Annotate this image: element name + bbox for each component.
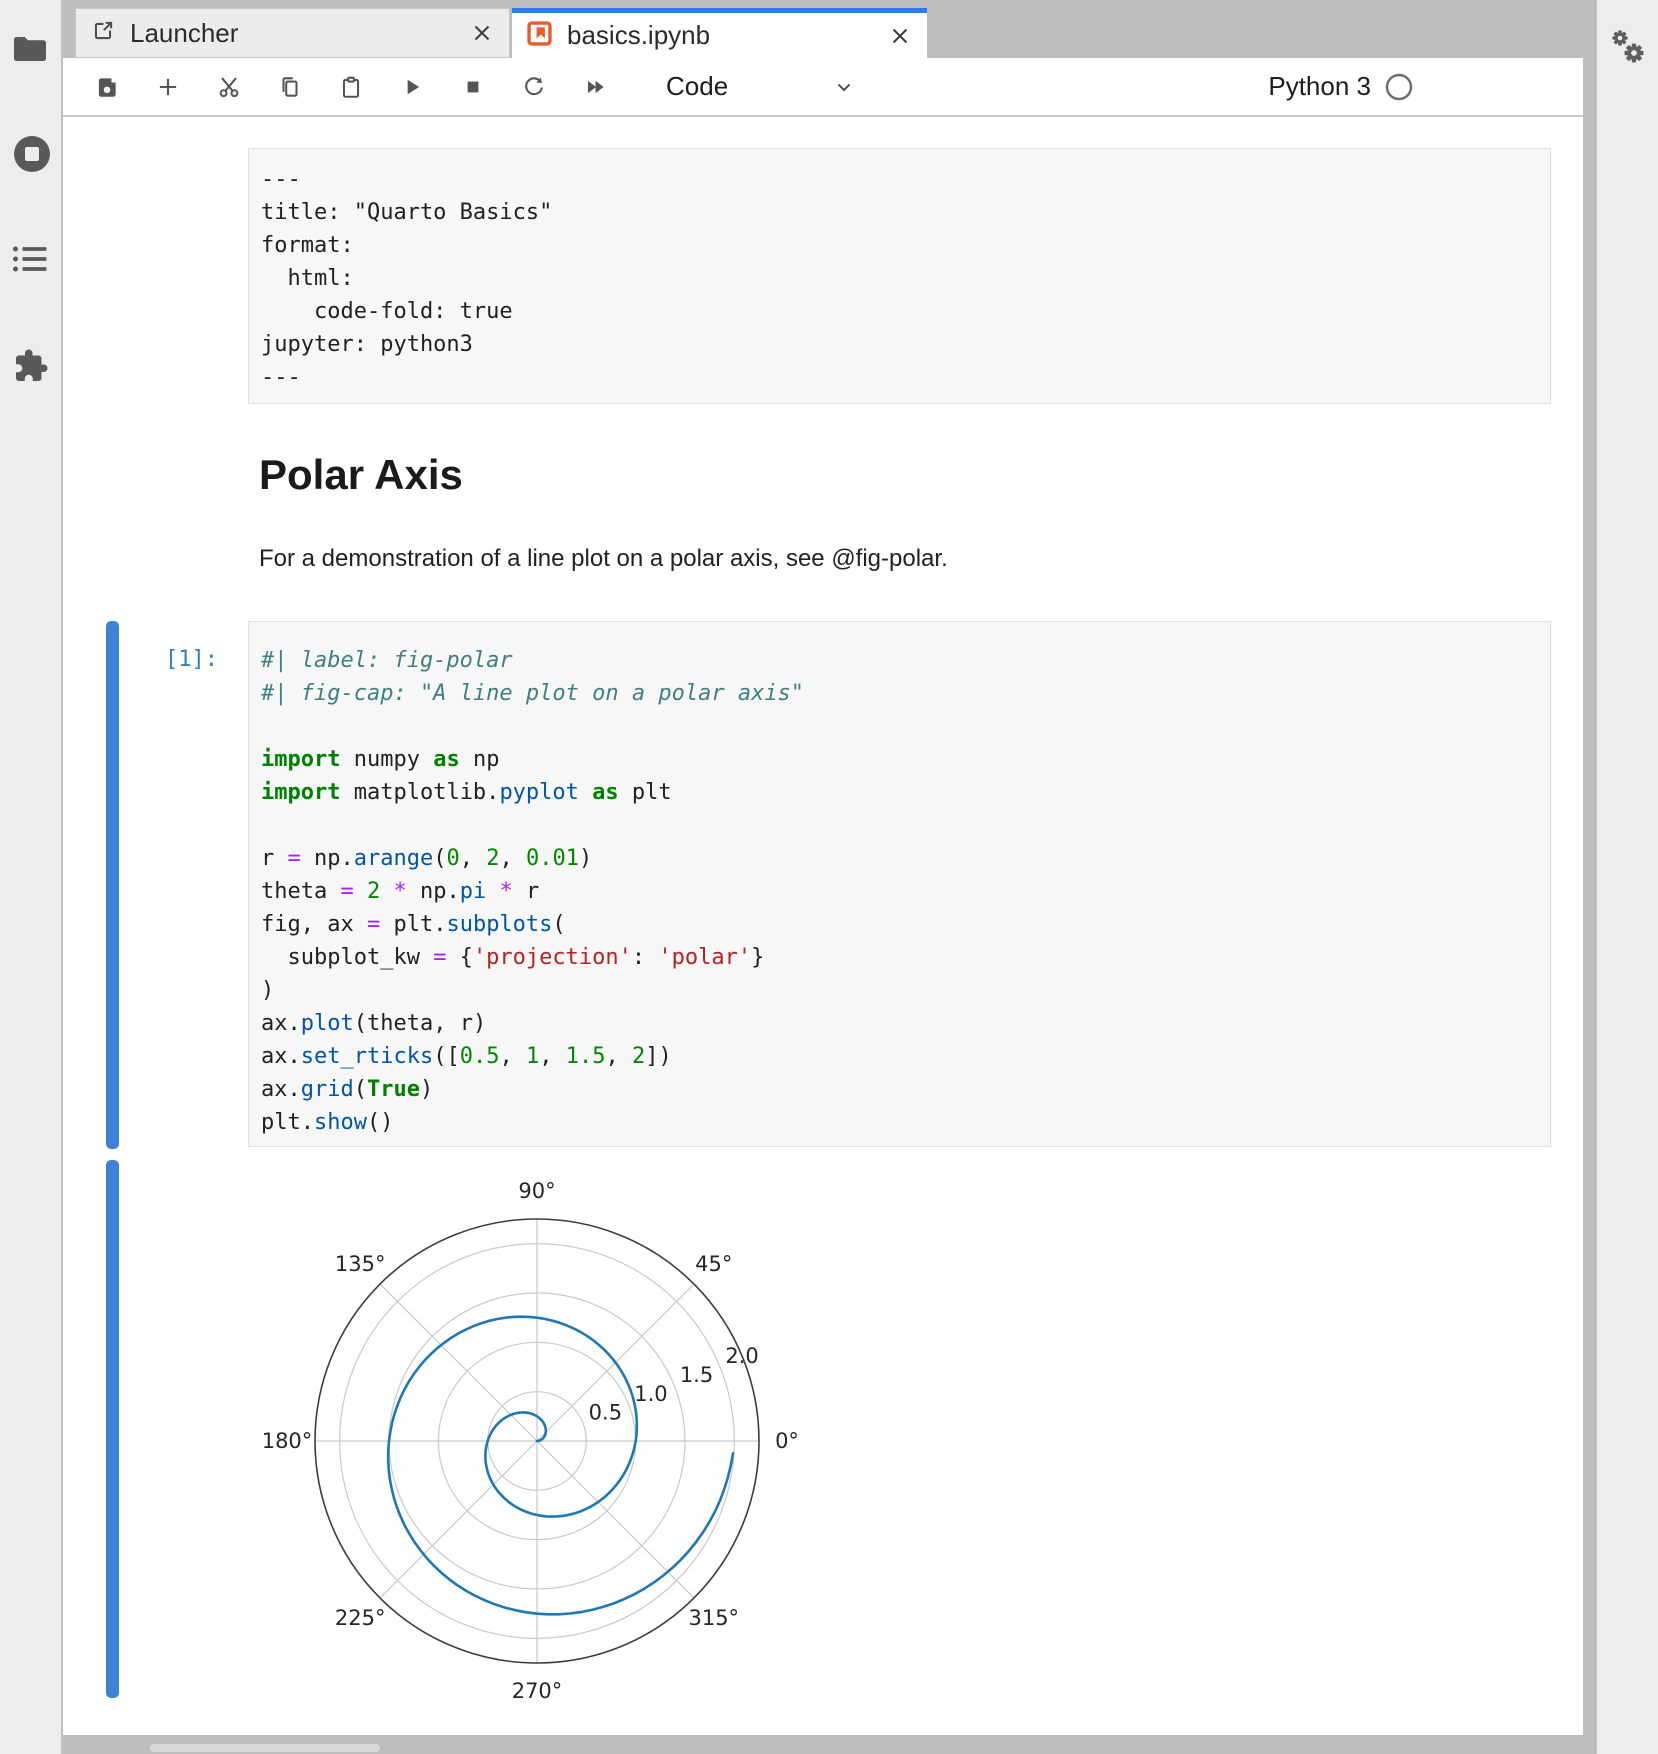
kernel-name: Python 3 xyxy=(1268,71,1371,102)
extensions-puzzle-icon[interactable] xyxy=(12,348,50,389)
cell-type-dropdown[interactable]: Code xyxy=(666,71,856,102)
save-button[interactable] xyxy=(93,73,121,101)
kernel-idle-circle-icon xyxy=(1385,73,1413,101)
horizontal-scrollbar-thumb[interactable] xyxy=(150,1744,380,1752)
polar-plot-output: 0° 45° 90° 135° 180° 225° 270° 315° 0.5 1.0 1.5 2.0 xyxy=(240,1155,830,1715)
tab-basics-ipynb[interactable]: basics.ipynb xyxy=(512,8,927,58)
raw-cell-editor[interactable]: ---title: "Quarto Basics"format: html: c… xyxy=(248,148,1551,404)
table-of-contents-icon[interactable] xyxy=(12,245,48,278)
chevron-down-icon xyxy=(832,75,856,99)
refresh-icon xyxy=(521,74,547,100)
svg-text:2.0: 2.0 xyxy=(725,1344,758,1368)
markdown-heading: Polar Axis xyxy=(259,450,463,500)
run-cell-button[interactable] xyxy=(398,73,426,101)
launcher-icon xyxy=(90,18,116,49)
tab-launcher[interactable]: Launcher xyxy=(75,8,510,58)
copy-icon xyxy=(277,74,303,100)
notebook-toolbar: Code Python 3 xyxy=(63,58,1583,117)
left-activity-bar xyxy=(0,0,62,1754)
fast-forward-icon xyxy=(582,74,608,100)
svg-text:0.5: 0.5 xyxy=(589,1401,622,1425)
running-sessions-icon[interactable] xyxy=(12,134,52,179)
folder-icon[interactable] xyxy=(12,33,48,68)
svg-text:90°: 90° xyxy=(518,1179,555,1203)
tab-bar: Launcher basics.ipynb xyxy=(63,8,1583,58)
insert-cell-button[interactable] xyxy=(154,73,182,101)
svg-text:135°: 135° xyxy=(335,1252,386,1276)
cut-cells-button[interactable] xyxy=(215,73,243,101)
svg-text:180°: 180° xyxy=(262,1429,313,1453)
restart-kernel-button[interactable] xyxy=(520,73,548,101)
markdown-paragraph: For a demonstration of a line plot on a … xyxy=(259,545,948,573)
copy-cells-button[interactable] xyxy=(276,73,304,101)
plus-icon xyxy=(155,74,181,100)
execution-count-prompt: [1]: xyxy=(118,643,218,676)
svg-text:315°: 315° xyxy=(688,1606,739,1630)
cell-type-value: Code xyxy=(666,71,728,102)
polar-chart: 0° 45° 90° 135° 180° 225° 270° 315° 0.5 1.0 1.5 2.0 xyxy=(240,1155,830,1715)
interrupt-kernel-button[interactable] xyxy=(459,73,487,101)
close-icon[interactable] xyxy=(887,23,913,49)
svg-text:0°: 0° xyxy=(775,1429,799,1453)
save-icon xyxy=(94,74,120,100)
stop-icon xyxy=(460,74,486,100)
svg-text:1.5: 1.5 xyxy=(680,1363,713,1387)
property-inspector-gears-icon[interactable] xyxy=(1605,26,1651,75)
main-dock-panel: Launcher basics.ipynb xyxy=(63,8,1583,1735)
tab-launcher-label: Launcher xyxy=(130,18,238,49)
notebook-icon xyxy=(526,20,553,52)
right-activity-bar xyxy=(1596,0,1658,1754)
svg-text:1.0: 1.0 xyxy=(634,1382,667,1406)
output-collapser[interactable] xyxy=(106,1160,119,1698)
clipboard-icon xyxy=(338,74,364,100)
kernel-indicator[interactable]: Python 3 xyxy=(1268,71,1413,102)
notebook-scroll-area: ---title: "Quarto Basics"format: html: c… xyxy=(63,117,1583,1735)
play-icon xyxy=(399,74,425,100)
input-collapser[interactable] xyxy=(106,621,119,1149)
code-cell-editor[interactable]: #| label: fig-polar#| fig-cap: "A line p… xyxy=(248,621,1551,1147)
svg-text:270°: 270° xyxy=(512,1679,563,1703)
paste-cells-button[interactable] xyxy=(337,73,365,101)
scissors-icon xyxy=(216,74,242,100)
svg-text:225°: 225° xyxy=(335,1606,386,1630)
svg-text:45°: 45° xyxy=(695,1252,732,1276)
restart-run-all-button[interactable] xyxy=(581,73,609,101)
tab-basics-label: basics.ipynb xyxy=(567,20,710,51)
close-icon[interactable] xyxy=(469,20,495,46)
